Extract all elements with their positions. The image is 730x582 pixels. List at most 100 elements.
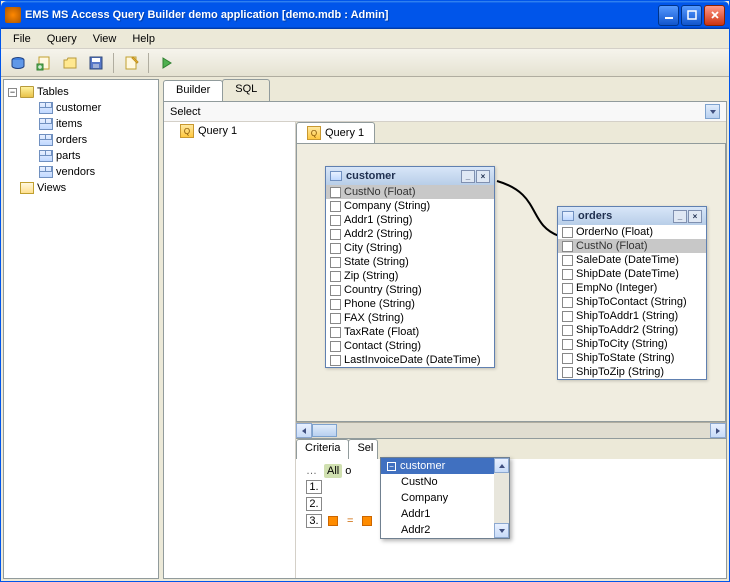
scroll-up-button[interactable]	[494, 458, 509, 473]
checkbox[interactable]	[562, 353, 573, 364]
dropdown-header[interactable]: − customer	[381, 458, 509, 474]
checkbox[interactable]	[330, 257, 341, 268]
checkbox[interactable]	[330, 271, 341, 282]
checkbox[interactable]	[562, 325, 573, 336]
field-row[interactable]: Addr2 (String)	[326, 227, 494, 241]
dropdown-item[interactable]: CustNo	[381, 474, 509, 490]
field-row[interactable]: EmpNo (Integer)	[558, 281, 706, 295]
field-row[interactable]: CustNo (Float)	[558, 239, 706, 253]
field-row[interactable]: City (String)	[326, 241, 494, 255]
table-window-title[interactable]: customer _ ×	[326, 167, 494, 185]
operator-equals[interactable]: =	[344, 515, 356, 527]
menu-query[interactable]: Query	[39, 31, 85, 47]
checkbox[interactable]	[562, 255, 573, 266]
close-button[interactable]	[704, 5, 725, 26]
checkbox[interactable]	[330, 243, 341, 254]
checkbox[interactable]	[562, 283, 573, 294]
table-window-customer[interactable]: customer _ × CustNo (Float) Company (Str…	[325, 166, 495, 368]
field-row[interactable]: OrderNo (Float)	[558, 225, 706, 239]
ellipsis-icon[interactable]: …	[306, 465, 318, 477]
dropdown-item[interactable]: Company	[381, 490, 509, 506]
checkbox[interactable]	[562, 297, 573, 308]
tree-views-node[interactable]: Views	[8, 180, 154, 196]
clear-button[interactable]	[120, 52, 142, 74]
tree-table-items[interactable]: items	[8, 116, 154, 132]
field-row[interactable]: ShipToAddr2 (String)	[558, 323, 706, 337]
field-row[interactable]: Phone (String)	[326, 297, 494, 311]
field-picker-dropdown[interactable]: − customer CustNo Company Addr1 Addr2	[380, 457, 510, 539]
tab-criteria[interactable]: Criteria	[296, 439, 349, 459]
field-row[interactable]: Addr1 (String)	[326, 213, 494, 227]
tree-table-orders[interactable]: orders	[8, 132, 154, 148]
field-placeholder-icon[interactable]	[362, 516, 372, 526]
field-row[interactable]: ShipToContact (String)	[558, 295, 706, 309]
tree-table-customer[interactable]: customer	[8, 100, 154, 116]
checkbox[interactable]	[330, 201, 341, 212]
field-row[interactable]: TaxRate (Float)	[326, 325, 494, 339]
field-row[interactable]: ShipToAddr1 (String)	[558, 309, 706, 323]
dropdown-item[interactable]: Addr1	[381, 506, 509, 522]
field-row[interactable]: SaleDate (DateTime)	[558, 253, 706, 267]
checkbox[interactable]	[330, 229, 341, 240]
criteria-row[interactable]: 2.	[306, 497, 716, 511]
canvas-tab-query1[interactable]: Q Query 1	[296, 122, 375, 143]
query-tree-item[interactable]: Q Query 1	[164, 122, 295, 140]
tab-builder[interactable]: Builder	[163, 80, 223, 101]
checkbox[interactable]	[562, 269, 573, 280]
collapse-icon[interactable]: −	[387, 462, 396, 471]
field-placeholder-icon[interactable]	[328, 516, 338, 526]
run-button[interactable]	[155, 52, 177, 74]
checkbox[interactable]	[562, 241, 573, 252]
checkbox[interactable]	[330, 187, 341, 198]
menu-help[interactable]: Help	[124, 31, 163, 47]
horizontal-scrollbar[interactable]	[296, 422, 726, 438]
select-type-dropdown[interactable]	[705, 104, 720, 119]
checkbox[interactable]	[330, 341, 341, 352]
checkbox[interactable]	[330, 327, 341, 338]
scroll-left-button[interactable]	[296, 423, 312, 438]
new-query-button[interactable]	[33, 52, 55, 74]
criteria-row[interactable]: 3. =	[306, 514, 716, 528]
diagram-canvas[interactable]: customer _ × CustNo (Float) Company (Str…	[296, 143, 726, 422]
close-icon[interactable]: ×	[476, 170, 490, 183]
field-row[interactable]: ShipDate (DateTime)	[558, 267, 706, 281]
field-row[interactable]: CustNo (Float)	[326, 185, 494, 199]
criteria-row[interactable]: 1.	[306, 480, 716, 494]
field-row[interactable]: LastInvoiceDate (DateTime)	[326, 353, 494, 367]
tab-selection[interactable]: Sel	[348, 439, 378, 459]
checkbox[interactable]	[330, 299, 341, 310]
field-row[interactable]: Company (String)	[326, 199, 494, 213]
tree-table-parts[interactable]: parts	[8, 148, 154, 164]
field-row[interactable]: FAX (String)	[326, 311, 494, 325]
all-quantifier[interactable]: All	[324, 464, 342, 478]
checkbox[interactable]	[562, 227, 573, 238]
collapse-icon[interactable]: −	[8, 88, 17, 97]
field-row[interactable]: State (String)	[326, 255, 494, 269]
field-row[interactable]: Zip (String)	[326, 269, 494, 283]
table-window-title[interactable]: orders _ ×	[558, 207, 706, 225]
tree-tables-node[interactable]: − Tables	[8, 84, 154, 100]
menu-view[interactable]: View	[85, 31, 125, 47]
tree-table-vendors[interactable]: vendors	[8, 164, 154, 180]
save-button[interactable]	[85, 52, 107, 74]
scroll-right-button[interactable]	[710, 423, 726, 438]
minimize-icon[interactable]: _	[461, 170, 475, 183]
open-db-button[interactable]	[7, 52, 29, 74]
checkbox[interactable]	[330, 355, 341, 366]
tab-sql[interactable]: SQL	[222, 79, 270, 101]
close-icon[interactable]: ×	[688, 210, 702, 223]
field-row[interactable]: Contact (String)	[326, 339, 494, 353]
checkbox[interactable]	[562, 311, 573, 322]
field-row[interactable]: ShipToCity (String)	[558, 337, 706, 351]
table-window-orders[interactable]: orders _ × OrderNo (Float) CustNo (Float…	[557, 206, 707, 380]
dropdown-item[interactable]: Addr2	[381, 522, 509, 538]
checkbox[interactable]	[562, 367, 573, 378]
minimize-button[interactable]	[658, 5, 679, 26]
checkbox[interactable]	[330, 313, 341, 324]
field-row[interactable]: ShipToState (String)	[558, 351, 706, 365]
checkbox[interactable]	[330, 285, 341, 296]
checkbox[interactable]	[562, 339, 573, 350]
minimize-icon[interactable]: _	[673, 210, 687, 223]
scroll-down-button[interactable]	[494, 523, 509, 538]
maximize-button[interactable]	[681, 5, 702, 26]
